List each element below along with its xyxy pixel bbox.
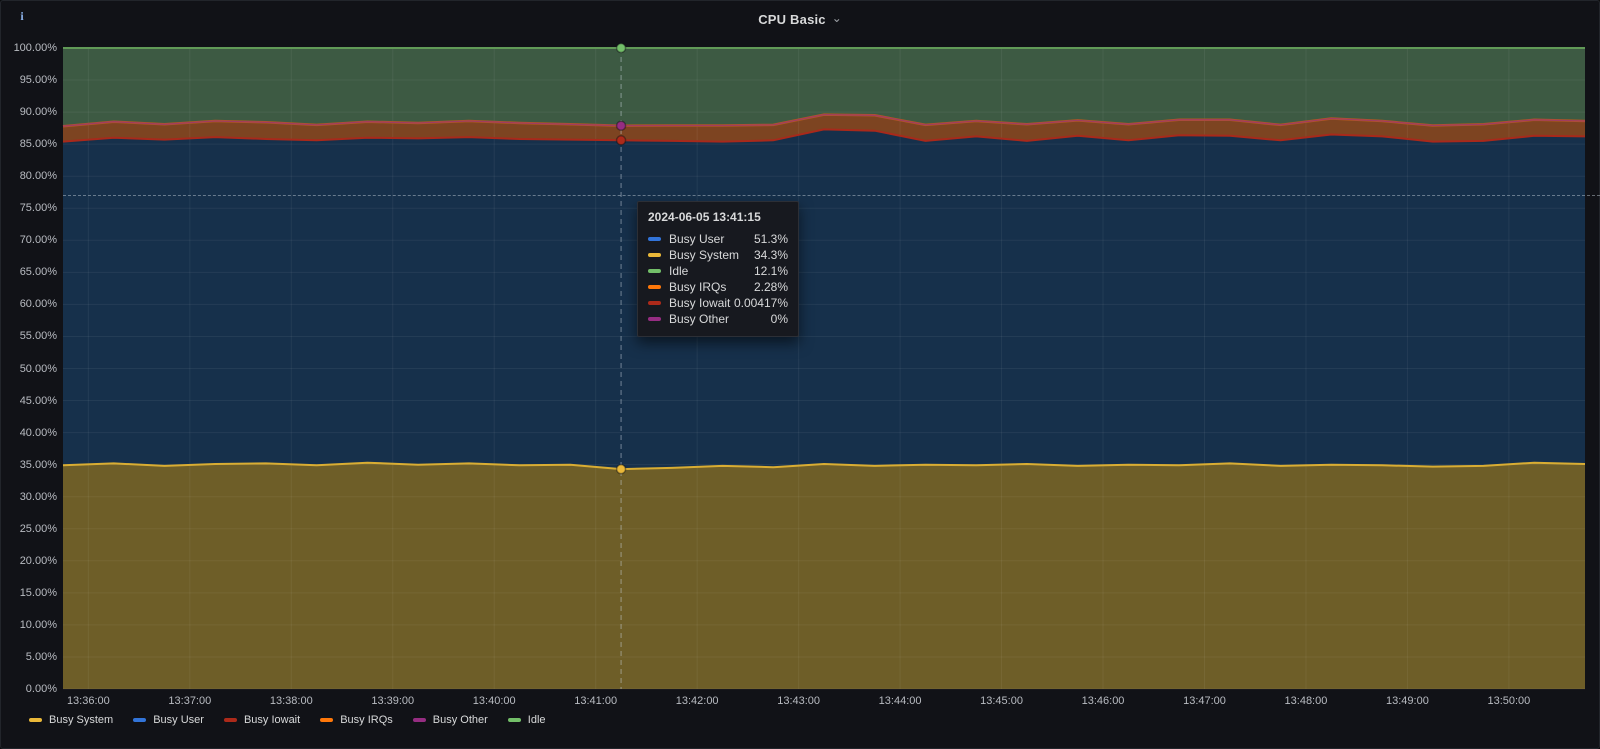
legend-color-swatch	[29, 718, 42, 722]
x-axis-tick-label: 13:44:00	[878, 695, 922, 707]
y-axis-tick-label: 0.00%	[25, 683, 57, 695]
tooltip-row: Busy Other 0%	[648, 311, 788, 327]
y-axis-tick-label: 25.00%	[19, 522, 57, 535]
tooltip-series-label: Busy System	[669, 248, 740, 262]
y-axis-tick-label: 40.00%	[19, 426, 57, 439]
y-axis-tick-label: 50.00%	[19, 362, 57, 375]
y-axis-tick-label: 35.00%	[19, 458, 57, 471]
panel-header[interactable]: CPU Basic ⌄	[1, 1, 1599, 37]
tooltip-row: Busy Iowait 0.00417%	[648, 295, 788, 311]
series-color-swatch	[648, 285, 661, 289]
x-axis-tick-label: 13:36:00	[66, 695, 110, 707]
legend-item-busy-system[interactable]: Busy System	[29, 714, 113, 726]
tooltip-row: Busy User 51.3%	[648, 231, 788, 247]
y-axis-tick-label: 100.00%	[13, 42, 57, 54]
legend-item-busy-irqs[interactable]: Busy IRQs	[320, 714, 393, 726]
tooltip-series-value: 0%	[770, 312, 788, 326]
x-axis-tick-label: 13:47:00	[1183, 695, 1226, 707]
y-axis-tick-label: 45.00%	[19, 394, 57, 407]
x-axis-tick-label: 13:38:00	[269, 695, 313, 707]
legend-color-swatch	[133, 718, 147, 722]
series-color-swatch	[648, 301, 661, 305]
tooltip-series-value: 12.1%	[753, 264, 788, 278]
grafana-panel: i CPU Basic ⌄ 100.00% 95.00% 90.00% 85.00% 8…	[0, 0, 1600, 749]
y-axis-tick-label: 95.00%	[19, 74, 57, 87]
legend-color-swatch	[507, 718, 521, 722]
series-color-swatch	[648, 317, 661, 321]
panel-title[interactable]: CPU Basic	[758, 12, 826, 27]
tooltip-series-value: 34.3%	[753, 248, 788, 262]
tooltip-row: Busy IRQs 2.28%	[648, 279, 788, 295]
x-axis-tick-label: 13:37:00	[168, 695, 212, 707]
y-axis-tick-label: 90.00%	[19, 106, 57, 119]
y-axis-tick-label: 85.00%	[19, 138, 57, 151]
x-axis-tick-label: 13:39:00	[371, 695, 415, 707]
x-axis-tick-label: 13:46:00	[1081, 695, 1125, 707]
y-axis-tick-label: 10.00%	[19, 618, 57, 631]
y-axis-tick-label: 70.00%	[19, 234, 57, 247]
chart-legend: Busy System Busy User Busy Iowait Busy IRQs…	[29, 714, 566, 726]
legend-color-swatch	[320, 718, 334, 722]
legend-label: Busy User	[153, 714, 204, 726]
legend-label: Busy System	[49, 714, 114, 726]
x-axis-tick-label: 13:41:00	[574, 695, 618, 707]
legend-item-busy-iowait[interactable]: Busy Iowait	[223, 714, 301, 726]
legend-color-swatch	[412, 718, 426, 722]
tooltip-series-label: Busy Other	[669, 312, 730, 326]
series-color-swatch	[648, 253, 661, 257]
y-axis-tick-label: 80.00%	[19, 170, 57, 183]
x-axis-tick-label: 13:48:00	[1284, 695, 1328, 707]
y-axis-tick-label: 55.00%	[19, 330, 57, 343]
chevron-down-icon: ⌄	[831, 11, 842, 25]
tooltip-series-label: Busy User	[669, 232, 725, 246]
tooltip-series-label: Busy IRQs	[669, 280, 727, 294]
series-color-swatch	[648, 237, 661, 241]
y-axis-tick-label: 30.00%	[19, 490, 57, 503]
legend-item-busy-user[interactable]: Busy User	[133, 714, 204, 726]
legend-label: Busy Iowait	[243, 714, 301, 726]
y-axis-tick-label: 15.00%	[19, 586, 57, 599]
tooltip-series-label: Busy Iowait	[669, 296, 731, 310]
legend-label: Idle	[527, 714, 546, 726]
y-axis-tick-label: 75.00%	[19, 202, 57, 215]
hover-point	[615, 135, 627, 146]
legend-color-swatch	[223, 718, 237, 722]
y-axis-tick-label: 20.00%	[19, 554, 57, 567]
series-color-swatch	[648, 269, 661, 273]
tooltip-row: Busy System 34.3%	[648, 247, 788, 263]
legend-item-idle[interactable]: Idle	[507, 714, 546, 726]
tooltip-series-value: 0.00417%	[733, 296, 788, 310]
y-axis-tick-label: 5.00%	[25, 650, 57, 663]
x-axis-tick-label: 13:40:00	[472, 695, 516, 707]
tooltip-series-value: 51.3%	[753, 232, 788, 246]
tooltip-row: Idle 12.1%	[648, 263, 788, 279]
y-axis-tick-label: 65.00%	[19, 266, 57, 279]
hover-point	[615, 463, 627, 475]
legend-label: Busy IRQs	[340, 714, 393, 726]
x-axis-tick-label: 13:49:00	[1386, 695, 1429, 707]
y-axis-tick-label: 60.00%	[19, 298, 57, 311]
x-axis-tick-label: 13:45:00	[980, 695, 1023, 707]
hover-point	[615, 42, 627, 54]
legend-label: Busy Other	[432, 714, 488, 726]
tooltip-series-value: 2.28%	[753, 280, 788, 294]
x-axis-tick-label: 13:50:00	[1487, 695, 1531, 707]
chart-plot-area[interactable]	[62, 42, 1586, 690]
stacked-area-chart[interactable]	[62, 42, 1586, 690]
tooltip-timestamp: 2024-06-05 13:41:15	[648, 210, 761, 224]
tooltip-series-label: Idle	[669, 264, 689, 278]
x-axis-tick-label: 13:43:00	[777, 695, 821, 707]
legend-item-busy-other[interactable]: Busy Other	[412, 714, 488, 726]
chart-tooltip: 2024-06-05 13:41:15 Busy User 51.3% Busy S…	[637, 201, 799, 337]
hover-point	[615, 120, 627, 131]
x-axis-tick-label: 13:42:00	[675, 695, 719, 707]
